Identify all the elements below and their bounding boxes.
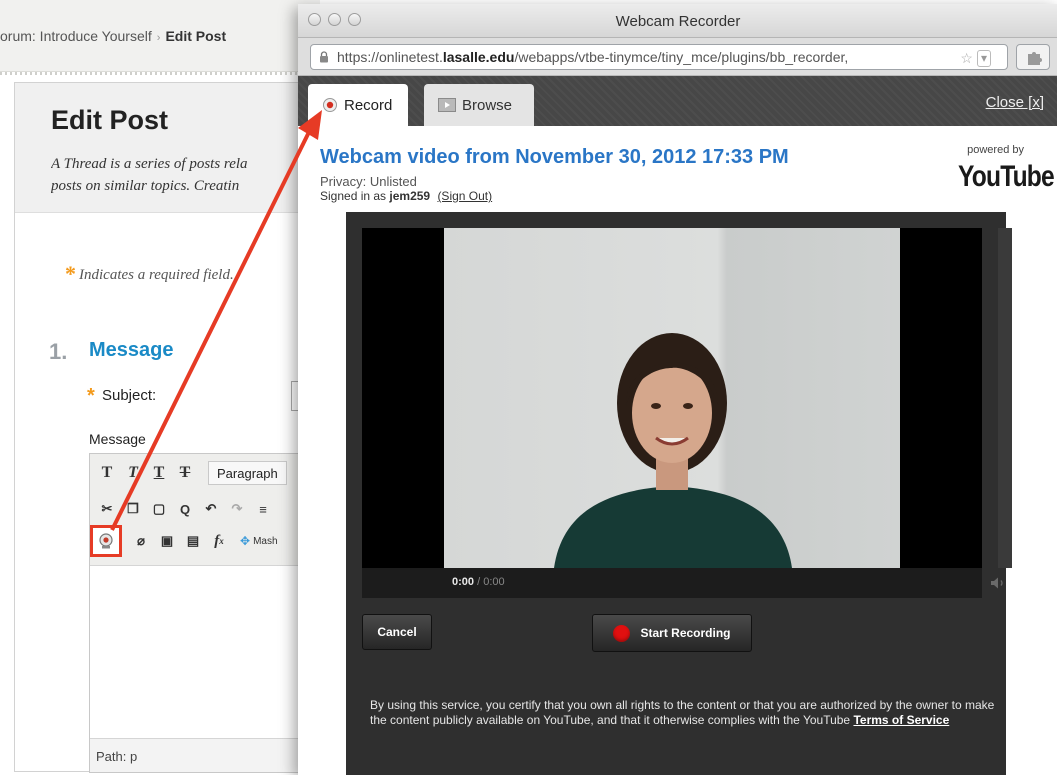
record-dot-icon — [613, 624, 631, 642]
webcam-icon — [99, 533, 113, 549]
bold-text-icon[interactable]: T — [96, 462, 118, 484]
required-note: * Indicates a required field. — [65, 259, 234, 286]
description-line-2: posts on similar topics. Creatin — [51, 178, 240, 194]
editor-toolbar: T T T T Paragraph ✂ ❐ ▢ Q ↶ ↷ ≡ ⌀ ▣ ▤ f … — [90, 454, 321, 566]
video-title: Webcam video from November 30, 2012 17:3… — [320, 146, 789, 168]
find-icon[interactable]: Q — [174, 498, 196, 520]
url-path: /webapps/vtbe-tinymce/tiny_mce/plugins/b… — [514, 49, 849, 65]
address-bar: https://onlinetest.lasalle.edu/webapps/v… — [298, 38, 1057, 76]
toolbar-row-3: ⌀ ▣ ▤ fx ✥ Mash — [90, 525, 278, 557]
mashups-label: Mash — [253, 535, 278, 547]
player-control-bar: 0:00 / 0:00 — [362, 568, 982, 598]
message-editor[interactable]: T T T T Paragraph ✂ ❐ ▢ Q ↶ ↷ ≡ ⌀ ▣ ▤ f … — [89, 453, 321, 773]
breadcrumb-forum-link[interactable]: orum: Introduce Yourself — [0, 28, 152, 44]
bookmark-star-icon[interactable]: ☆ — [960, 50, 973, 67]
record-tab-icon — [323, 98, 337, 112]
tab-browse-label: Browse — [462, 96, 513, 114]
breadcrumb-separator: › — [156, 32, 161, 44]
url-field-icons: ☆ ▾ — [960, 50, 991, 67]
time-separator: / — [474, 576, 484, 588]
subject-label: * Subject: — [87, 383, 157, 407]
attach-file-icon[interactable]: ⌀ — [130, 530, 152, 552]
start-recording-label: Start Recording — [640, 626, 731, 640]
webcam-recorder-window: Webcam Recorder https://onlinetest.lasal… — [298, 4, 1057, 775]
puzzle-piece-icon — [1028, 52, 1042, 65]
tab-record[interactable]: Record — [308, 84, 408, 126]
strikethrough-text-icon[interactable]: T — [174, 462, 196, 484]
webcam-feed — [444, 228, 900, 568]
required-star-icon: * — [65, 261, 76, 286]
start-recording-button[interactable]: Start Recording — [592, 614, 752, 652]
video-preview — [362, 228, 982, 568]
step-number: 1. — [49, 339, 68, 364]
toolbar-row-2: ✂ ❐ ▢ Q ↶ ↷ ≡ — [96, 494, 274, 524]
webcam-recorder: 0:00 / 0:00 Cancel Start Recording By us… — [346, 212, 1012, 775]
insert-media-icon[interactable]: ▤ — [182, 530, 204, 552]
username: jem259 — [389, 189, 431, 203]
mashups-menu[interactable]: ✥ Mash — [240, 534, 278, 548]
url-domain: lasalle.edu — [442, 49, 515, 65]
youtube-logo: YouTube — [958, 160, 1055, 193]
page-header: Edit Post A Thread is a series of posts … — [15, 83, 320, 213]
breadcrumb: orum: Introduce Yourself › Edit Post — [0, 0, 320, 75]
breadcrumb-current: Edit Post — [165, 28, 227, 44]
window-titlebar: Webcam Recorder — [298, 4, 1057, 38]
recorder-tabs: Record Browse Close [x] — [298, 76, 1057, 126]
edit-post-page: orum: Introduce Yourself › Edit Post Edit … — [0, 0, 321, 775]
signed-in-prefix: Signed in as — [320, 189, 387, 203]
redo-icon[interactable]: ↷ — [226, 498, 248, 520]
extension-button[interactable] — [1016, 44, 1050, 70]
tab-record-label: Record — [344, 96, 393, 114]
url-input[interactable]: https://onlinetest.lasalle.edu/webapps/v… — [310, 44, 1008, 70]
window-title: Webcam Recorder — [615, 13, 741, 30]
message-label: Message — [89, 431, 146, 447]
webcam-person-image — [554, 333, 792, 568]
cancel-button[interactable]: Cancel — [362, 614, 432, 650]
copy-icon[interactable]: ❐ — [122, 498, 144, 520]
record-panel: Webcam video from November 30, 2012 17:3… — [298, 126, 1057, 775]
record-from-webcam-button[interactable] — [90, 525, 122, 557]
paste-icon[interactable]: ▢ — [148, 498, 170, 520]
volume-track[interactable] — [998, 228, 1012, 568]
paragraph-format-select[interactable]: Paragraph — [208, 461, 287, 485]
signed-in-line: Signed in as jem259 (Sign Out) — [320, 189, 492, 203]
equation-icon[interactable]: fx — [208, 530, 230, 552]
time-total: 0:00 — [483, 576, 505, 588]
mashups-icon: ✥ — [240, 534, 251, 548]
required-star-icon: * — [87, 385, 95, 407]
edit-post-panel: Edit Post A Thread is a series of posts … — [14, 82, 321, 773]
privacy-status: Privacy: Unlisted — [320, 174, 417, 189]
step-title: Message — [89, 339, 174, 361]
terms-notice: By using this service, you certify that … — [370, 698, 1000, 728]
description-line-1: A Thread is a series of posts rela — [51, 156, 248, 172]
tab-browse[interactable]: Browse — [424, 84, 534, 126]
subject-label-text: Subject: — [101, 387, 157, 404]
close-popup-link[interactable]: Close [x] — [986, 94, 1044, 111]
underline-text-icon[interactable]: T — [148, 462, 170, 484]
browse-tab-icon — [438, 98, 456, 112]
page-description: A Thread is a series of posts rela posts… — [51, 153, 319, 197]
url-prefix: https://onlinetest. — [337, 49, 443, 65]
rss-dropdown-icon[interactable]: ▾ — [976, 50, 991, 67]
insert-image-icon[interactable]: ▣ — [156, 530, 178, 552]
terms-of-service-link[interactable]: Terms of Service — [853, 713, 949, 727]
editor-path-bar: Path: p — [90, 738, 321, 772]
cut-icon[interactable]: ✂ — [96, 498, 118, 520]
playback-time: 0:00 / 0:00 — [452, 576, 505, 588]
speaker-icon[interactable] — [990, 576, 1006, 590]
lock-icon — [320, 51, 328, 63]
page-title: Edit Post — [51, 105, 169, 135]
sign-out-link[interactable]: (Sign Out) — [437, 189, 492, 203]
italic-text-icon[interactable]: T — [122, 462, 144, 484]
align-icon[interactable]: ≡ — [252, 498, 274, 520]
time-current: 0:00 — [452, 576, 475, 588]
required-note-text: Indicates a required field. — [79, 267, 234, 283]
powered-by-label: powered by — [967, 144, 1024, 156]
dotted-divider — [0, 72, 320, 75]
toolbar-row-1: T T T T Paragraph — [96, 458, 287, 488]
undo-icon[interactable]: ↶ — [200, 498, 222, 520]
